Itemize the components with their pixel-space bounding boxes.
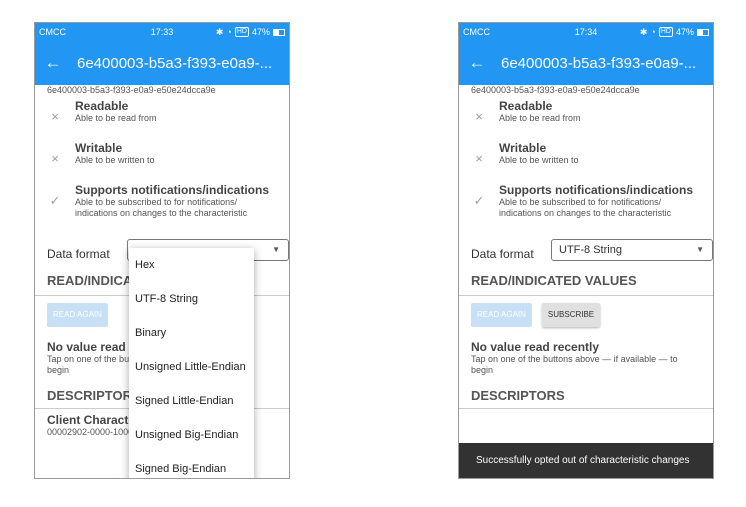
property-desc: Able to be written to [499,155,579,165]
bluetooth-icon: ✱ [215,26,224,37]
section-header-read: READ/INDICATED VALUES [471,273,637,288]
wifi-icon: ◔ [226,27,232,37]
cross-icon: × [51,151,59,166]
clock: 17:33 [150,27,174,37]
property-readable: × Readable Able to be read from [35,95,289,137]
snackbar-message: Successfully opted out of characteristic… [459,443,713,478]
property-desc: Able to be read from [75,113,157,123]
cross-icon: × [51,109,59,124]
read-again-button[interactable]: READ AGAIN [47,303,108,327]
battery-percent: 47% [675,27,694,37]
hd-badge: HD [658,27,673,37]
cross-icon: × [475,109,483,124]
property-desc: Able to be written to [75,155,155,165]
data-format-value: UTF-8 String [559,244,622,256]
data-format-row: Data format UTF-8 String ▼ [459,239,713,269]
characteristic-details: 6e400003-b5a3-f393-e0a9-e50e24dcca9e × R… [459,85,713,478]
property-title: Readable [75,99,129,113]
property-title: Writable [499,141,547,155]
section-header-descriptors: DESCRIPTORS [471,388,565,403]
status-bar: CMCC 17:33 ✱ ◔ HD 47% [35,23,289,41]
page-title: 6e400003-b5a3-f393-e0a9-... [501,54,697,72]
property-title: Writable [75,141,123,155]
carrier-label: CMCC [463,27,490,37]
property-desc-line1: Able to be subscribed to for notificatio… [75,197,238,207]
clock: 17:34 [574,27,598,37]
dropdown-option-signed-be[interactable]: Signed Big-Endian [129,452,254,478]
bluetooth-icon: ✱ [639,26,648,37]
no-value-desc-line1: Tap on one of the buttons above — if ava… [471,354,678,364]
chevron-down-icon: ▼ [696,245,704,254]
property-title: Supports notifications/indications [499,183,694,197]
app-bar: ← 6e400003-b5a3-f393-e0a9-... [459,41,713,85]
status-icons: ✱ ◔ HD 47% [203,27,285,38]
phone-screen-left: CMCC 17:33 ✱ ◔ HD 47% ← 6e400003-b5a3-f3… [34,22,290,479]
dropdown-option-hex[interactable]: Hex [129,248,254,282]
subscribe-button[interactable]: SUBSCRIBE [541,303,601,327]
status-icons: ✱ ◔ HD 47% [627,27,709,38]
data-format-dropdown-menu: Hex UTF-8 String Binary Unsigned Little-… [129,248,254,478]
property-desc: Able to be read from [499,113,581,123]
no-value-desc-line2: begin [471,365,494,375]
property-writable: × Writable Able to be written to [459,137,713,179]
property-title: Readable [499,99,553,113]
no-value-title: No value read recently [471,340,600,354]
phone-screen-right: CMCC 17:34 ✱ ◔ HD 47% ← 6e400003-b5a3-f3… [458,22,714,479]
dropdown-option-unsigned-be[interactable]: Unsigned Big-Endian [129,418,254,452]
check-icon: ✓ [49,193,61,208]
battery-percent: 47% [251,27,270,37]
characteristic-uuid: 6e400003-b5a3-f393-e0a9-e50e24dcca9e [47,85,216,95]
back-arrow-icon[interactable]: ← [35,53,71,73]
read-again-button[interactable]: READ AGAIN [471,303,532,327]
carrier-label: CMCC [39,27,66,37]
wifi-icon: ◔ [650,27,656,37]
page-title: 6e400003-b5a3-f393-e0a9-... [77,54,273,72]
battery-icon [273,28,285,36]
property-desc-line2: indications on changes to the characteri… [499,208,672,218]
property-desc-line1: Able to be subscribed to for notificatio… [499,197,662,207]
property-title: Supports notifications/indications [75,183,270,197]
data-format-select[interactable]: UTF-8 String ▼ [551,239,713,261]
property-notifications: ✓ Supports notifications/indications Abl… [459,179,713,235]
chevron-down-icon: ▼ [272,245,280,254]
back-arrow-icon[interactable]: ← [459,53,495,73]
dropdown-option-signed-le[interactable]: Signed Little-Endian [129,384,254,418]
characteristic-uuid: 6e400003-b5a3-f393-e0a9-e50e24dcca9e [471,85,640,95]
property-notifications: ✓ Supports notifications/indications Abl… [35,179,289,235]
battery-icon [697,28,709,36]
status-bar: CMCC 17:34 ✱ ◔ HD 47% [459,23,713,41]
cross-icon: × [475,151,483,166]
button-row: READ AGAIN SUBSCRIBE [459,296,713,336]
dropdown-option-unsigned-le[interactable]: Unsigned Little-Endian [129,350,254,384]
data-format-label: Data format [47,247,110,261]
app-bar: ← 6e400003-b5a3-f393-e0a9-... [35,41,289,85]
divider [459,408,713,409]
data-format-label: Data format [471,247,534,261]
property-readable: × Readable Able to be read from [459,95,713,137]
hd-badge: HD [234,27,249,37]
property-desc-line2: indications on changes to the characteri… [75,208,248,218]
dropdown-option-utf8[interactable]: UTF-8 String [129,282,254,316]
dropdown-option-binary[interactable]: Binary [129,316,254,350]
property-writable: × Writable Able to be written to [35,137,289,179]
check-icon: ✓ [473,193,485,208]
